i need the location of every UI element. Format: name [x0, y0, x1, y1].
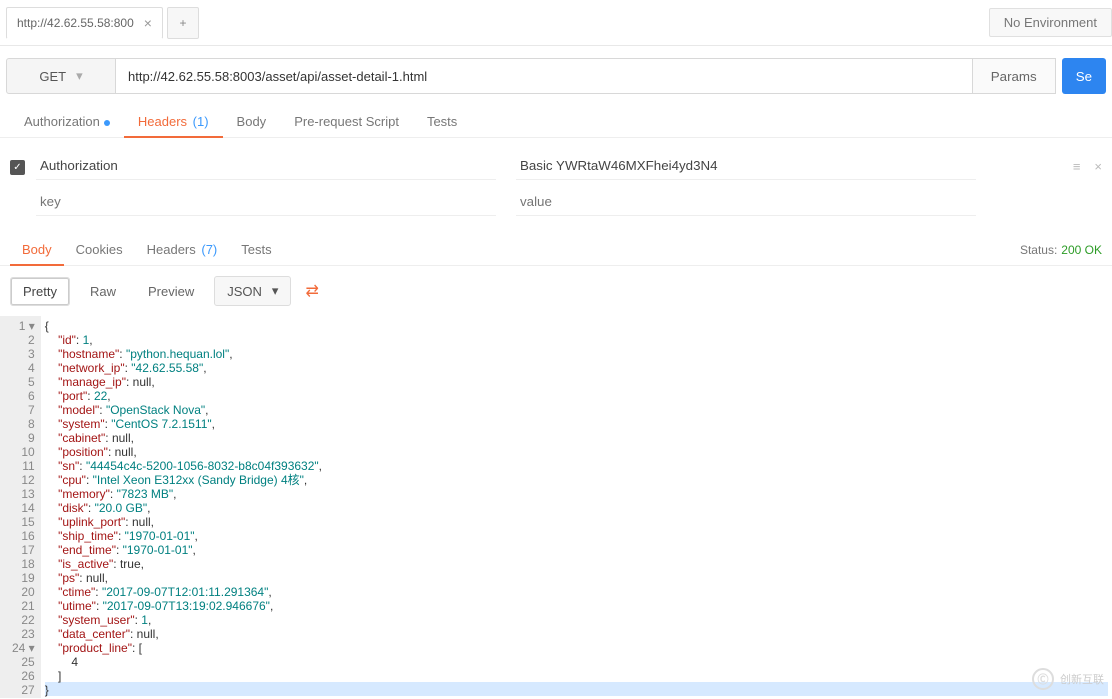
tab-authorization[interactable]: Authorization — [10, 106, 124, 137]
line-gutter: 1 ▾2345678910111213141516171819202122232… — [0, 316, 41, 698]
response-status: Status:200 OK — [1020, 243, 1102, 257]
format-dropdown[interactable]: JSON ▾ — [214, 276, 291, 306]
url-input[interactable] — [116, 58, 973, 94]
tab-resp-cookies[interactable]: Cookies — [64, 234, 135, 265]
code-content[interactable]: { "id": 1, "hostname": "python.hequan.lo… — [41, 316, 1112, 698]
tab-resp-tests[interactable]: Tests — [229, 234, 283, 265]
delete-icon[interactable]: × — [1094, 159, 1102, 174]
environment-selector[interactable]: No Environment — [989, 8, 1112, 37]
watermark: Ⓒ 创新互联 — [1032, 668, 1104, 690]
header-value-input[interactable] — [516, 188, 976, 216]
pretty-button[interactable]: Pretty — [10, 277, 70, 306]
tab-resp-headers[interactable]: Headers (7) — [135, 234, 230, 265]
method-dropdown[interactable]: GET ▾ — [6, 58, 116, 94]
chevron-down-icon: ▾ — [272, 283, 279, 299]
raw-button[interactable]: Raw — [78, 278, 128, 305]
header-row-actions: ≡ × — [1073, 159, 1102, 174]
tab-resp-body[interactable]: Body — [10, 234, 64, 265]
response-body: 1 ▾2345678910111213141516171819202122232… — [0, 316, 1112, 698]
chevron-down-icon: ▾ — [76, 68, 83, 84]
new-tab-button[interactable]: + — [167, 7, 199, 39]
tab-prerequest[interactable]: Pre-request Script — [280, 106, 413, 137]
dot-icon — [104, 120, 110, 126]
header-row-empty — [10, 184, 1102, 220]
headers-editor: ✓ ≡ × — [0, 138, 1112, 226]
close-icon[interactable]: × — [144, 15, 152, 31]
url-bar: GET ▾ Params Se — [0, 46, 1112, 102]
request-tab[interactable]: http://42.62.55.58:800 × — [6, 7, 163, 39]
wrap-lines-icon[interactable]: ⇄ — [299, 277, 324, 305]
header-key-input[interactable] — [36, 188, 496, 216]
request-tabs: Authorization Headers (1) Body Pre-reque… — [0, 102, 1112, 138]
tab-tests[interactable]: Tests — [413, 106, 471, 137]
response-tabs: Body Cookies Headers (7) Tests Status:20… — [0, 226, 1112, 266]
tab-headers[interactable]: Headers (1) — [124, 106, 223, 137]
header-value-input[interactable] — [516, 152, 976, 180]
header-row: ✓ ≡ × — [10, 148, 1102, 184]
header-key-input[interactable] — [36, 152, 496, 180]
tab-bar: http://42.62.55.58:800 × + No Environmen… — [0, 0, 1112, 46]
drag-icon[interactable]: ≡ — [1073, 159, 1081, 174]
send-button[interactable]: Se — [1062, 58, 1106, 94]
preview-button[interactable]: Preview — [136, 278, 206, 305]
header-checkbox[interactable]: ✓ — [10, 158, 36, 175]
watermark-logo-icon: Ⓒ — [1032, 668, 1054, 690]
tab-title: http://42.62.55.58:800 — [17, 16, 134, 30]
tab-body[interactable]: Body — [223, 106, 281, 137]
params-button[interactable]: Params — [973, 58, 1056, 94]
view-controls: Pretty Raw Preview JSON ▾ ⇄ — [0, 266, 1112, 316]
